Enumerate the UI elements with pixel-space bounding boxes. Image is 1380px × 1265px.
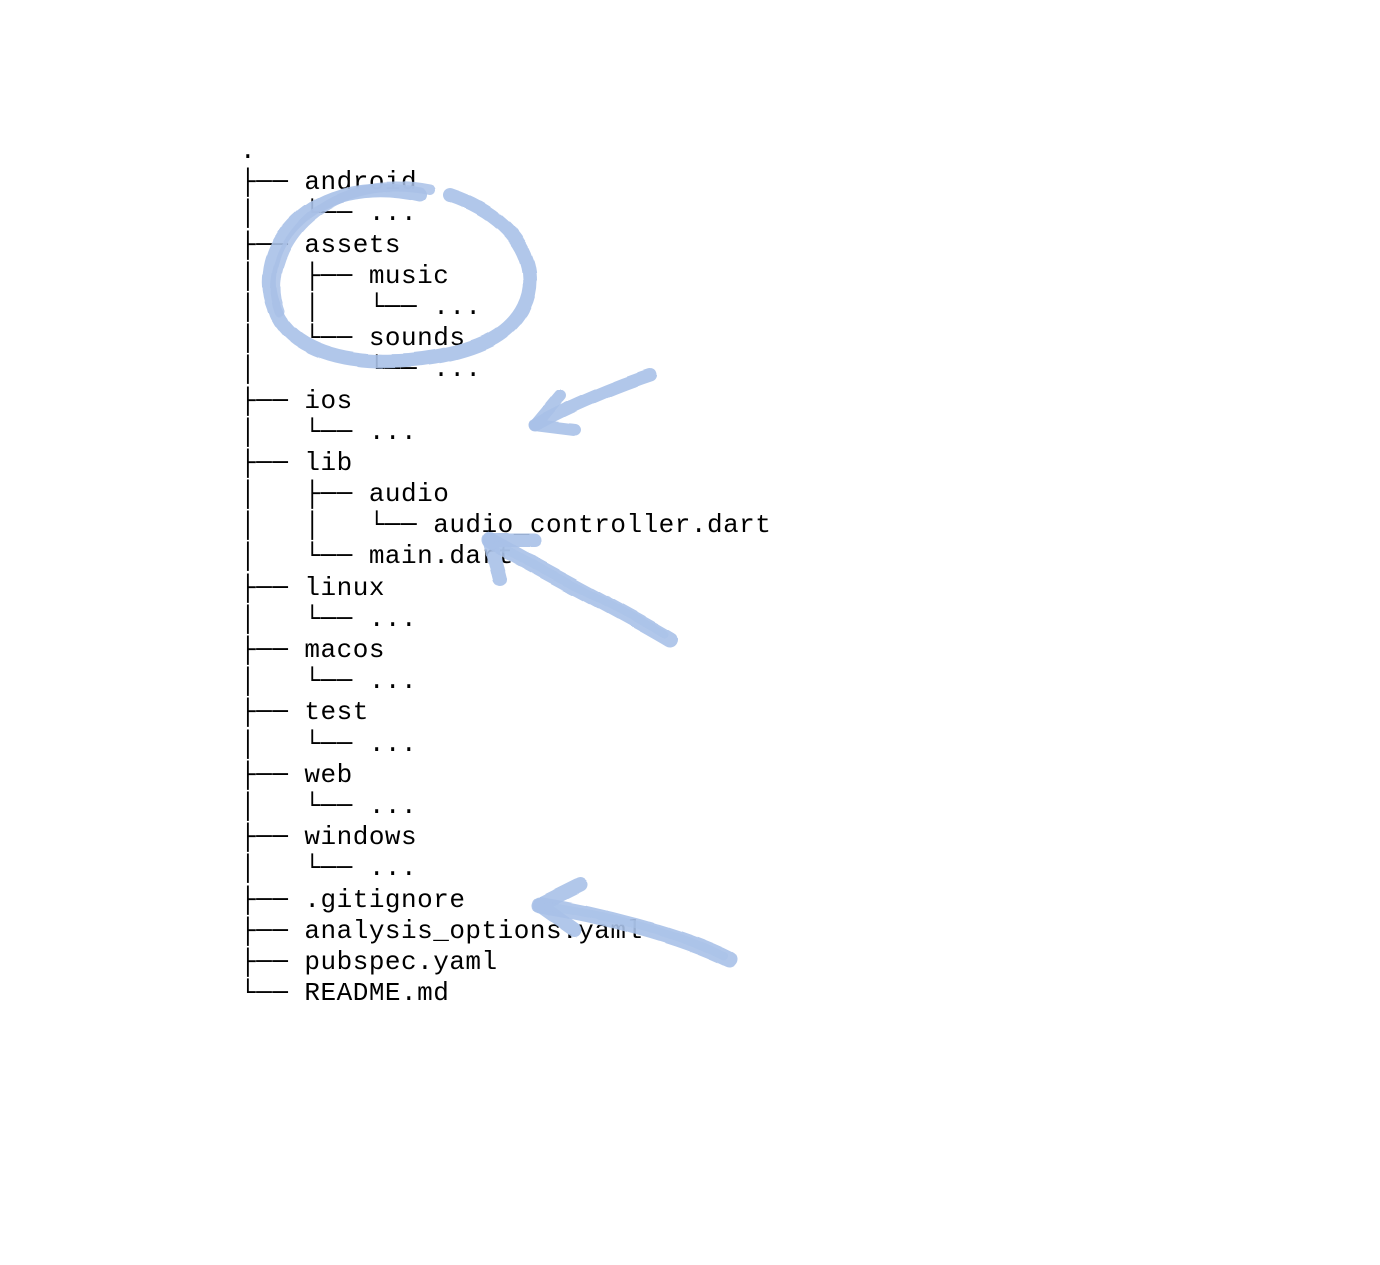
- directory-tree: . ├── android │ └── ... ├── assets │ ├──…: [240, 136, 771, 1009]
- diagram-canvas: . ├── android │ └── ... ├── assets │ ├──…: [0, 0, 1380, 1265]
